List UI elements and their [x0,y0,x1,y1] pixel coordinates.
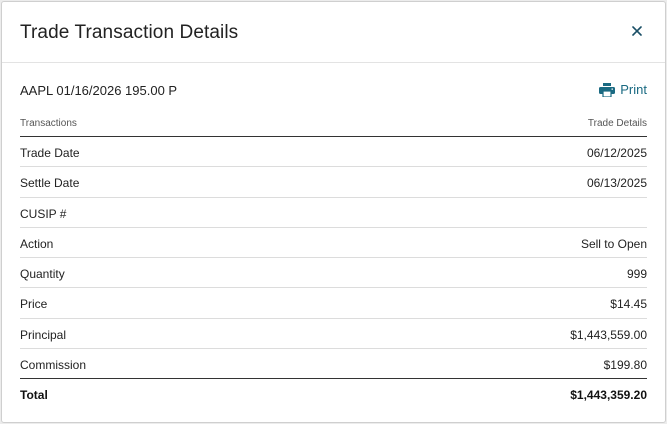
close-button[interactable] [629,23,645,39]
row-label: Principal [20,327,67,342]
row-label: Quantity [20,267,65,282]
table-row: Trade Date 06/12/2025 [20,137,647,168]
row-label: Trade Date [20,146,80,160]
row-value: 06/12/2025 [586,146,647,160]
print-button[interactable]: Print [599,82,647,97]
trade-transaction-dialog: Trade Transaction Details AAPL 01/16/202… [1,1,666,423]
row-label: Price [20,297,48,312]
row-value: Sell to Open [580,236,647,251]
total-row: Total $1,443,359.20 [20,379,647,409]
table-row: Price $14.45 [20,288,647,319]
printer-icon [599,82,616,97]
close-icon [632,26,642,36]
table-row: Action Sell to Open [20,228,647,259]
security-description: AAPL 01/16/2026 195.00 P [20,83,178,98]
column-header-trade-details: Trade Details [587,118,647,129]
row-value: $199.80 [603,358,647,373]
row-value: 06/13/2025 [586,176,647,191]
table-row: CUSIP # [20,198,647,228]
row-label: Settle Date [20,176,80,191]
table-row: Settle Date 06/13/2025 [20,167,647,198]
security-header: AAPL 01/16/2026 195.00 P Print [20,80,647,100]
column-header-transactions: Transactions [20,118,77,129]
row-label: Commission [20,358,87,373]
row-value: $14.45 [610,297,647,312]
transaction-details-table: Transactions Trade Details Trade Date 06… [20,112,647,409]
row-label: Action [20,236,54,251]
table-row: Quantity 999 [20,258,647,289]
row-label: CUSIP # [20,206,67,221]
table-row: Principal $1,443,559.00 [20,319,647,350]
row-value: $1,443,559.00 [570,327,647,342]
dialog-title: Trade Transaction Details [20,22,239,43]
table-row: Commission $199.80 [20,349,647,380]
print-label: Print [620,82,647,97]
dialog-header: Trade Transaction Details [2,2,665,63]
total-label: Total [20,388,48,403]
table-header: Transactions Trade Details [20,112,647,137]
row-value: 999 [626,267,647,282]
total-value: $1,443,359.20 [570,388,647,403]
